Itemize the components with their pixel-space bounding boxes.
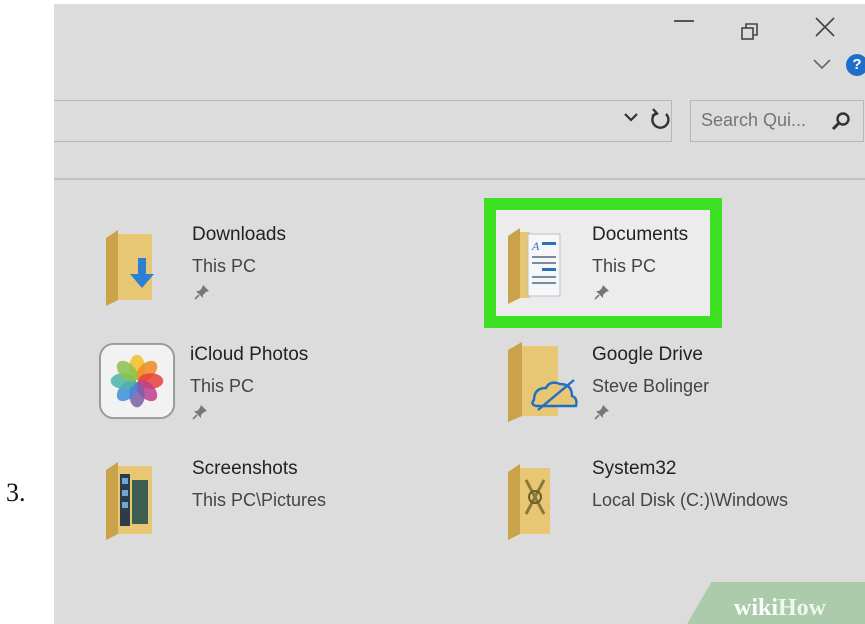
step-number: 3. [6,478,26,507]
quick-access-item-icloud-photos[interactable]: iCloud Photos This PC [98,342,428,442]
close-icon[interactable] [814,16,836,38]
address-dropdown-icon[interactable] [624,112,638,122]
search-input[interactable] [701,110,819,131]
watermark: wikiHow [734,595,826,622]
help-icon[interactable]: ? [846,54,865,76]
item-name: Google Drive [592,344,703,365]
item-name: System32 [592,458,677,479]
item-location: This PC [592,256,657,276]
item-location: This PC\Pictures [192,490,327,510]
quick-access-item-downloads[interactable]: Downloads This PC [104,224,434,324]
pin-icon[interactable] [192,404,208,420]
pin-icon[interactable] [194,284,210,300]
item-location: Local Disk (C:)\Windows [592,490,789,510]
item-location: This PC [190,376,255,396]
item-location: This PC [192,256,257,276]
divider [54,178,865,180]
pin-icon[interactable] [594,284,610,300]
item-name: Screenshots [192,458,298,479]
quick-access-item-system32[interactable]: System32 Local Disk (C:)\Windows [504,458,834,558]
documents-folder-icon: A [508,228,561,304]
watermark-how: How [778,595,827,621]
quick-access-item-google-drive[interactable]: Google Drive Steve Bolinger [504,342,834,442]
address-bar[interactable] [54,100,672,142]
downloads-folder-icon [106,230,154,306]
item-name: iCloud Photos [190,344,309,365]
svg-text:A: A [531,239,540,253]
item-name: Documents [592,224,689,245]
pin-icon[interactable] [594,404,610,420]
screenshots-folder-icon [106,462,152,540]
chevron-down-icon[interactable] [812,58,832,70]
google-drive-folder-icon [508,342,578,422]
watermark-wiki: wiki [734,595,779,621]
search-box[interactable] [690,100,864,142]
item-name: Downloads [192,224,286,245]
icloud-photos-icon [98,342,176,420]
restore-icon[interactable] [740,22,760,42]
file-explorer-window: ? Downloads This PC [54,4,865,624]
quick-access-item-screenshots[interactable]: Screenshots This PC\Pictures [104,458,434,558]
refresh-icon[interactable] [646,104,674,136]
search-icon[interactable] [831,111,851,131]
item-location: Steve Bolinger [592,376,710,396]
quick-access-item-documents[interactable]: A Documents This PC [504,224,834,324]
system32-folder-icon [508,464,550,540]
minimize-icon[interactable] [674,20,694,22]
